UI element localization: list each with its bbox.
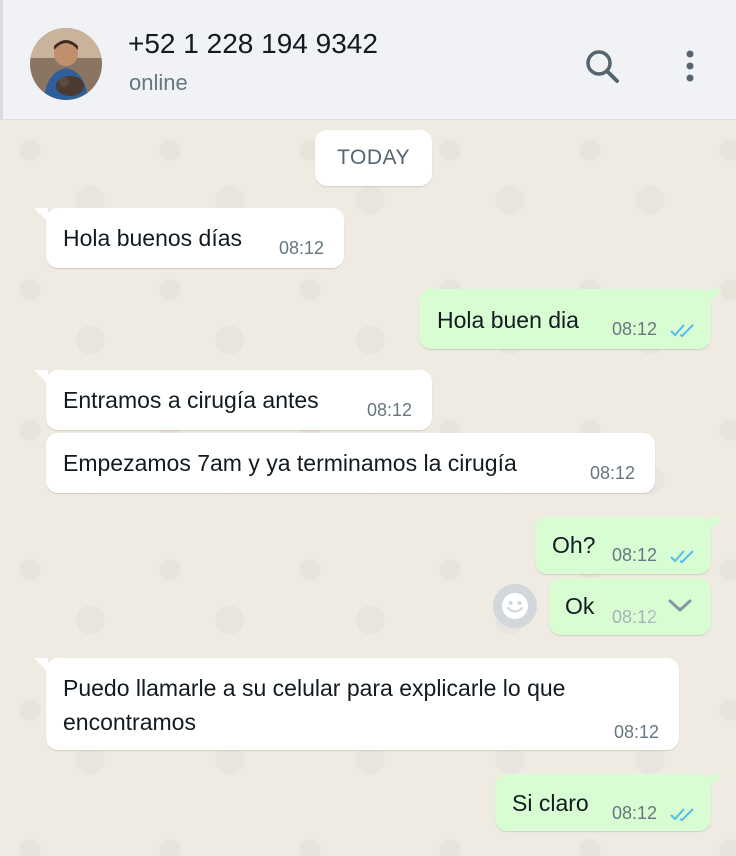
message-text-line1: Puedo llamarle a su celular para explica…: [63, 675, 566, 701]
read-ticks-icon: [670, 550, 694, 564]
contact-avatar[interactable]: [30, 28, 102, 100]
message-text-line2: encontramos: [63, 709, 196, 735]
chat-header: +52 1 228 194 9342 online: [0, 0, 736, 120]
message-time: 08:12: [279, 238, 325, 258]
message-text: Entramos a cirugía antes: [63, 387, 319, 413]
message-bubble-incoming[interactable]: Puedo llamarle a su celular para explica…: [34, 658, 679, 750]
message-bubble-incoming[interactable]: Entramos a cirugía antes 08:12: [34, 370, 432, 430]
message-time: 08:12: [590, 463, 636, 483]
message-time: 08:12: [612, 545, 658, 565]
message-time: 08:12: [367, 400, 413, 420]
smiley-icon: [502, 593, 528, 619]
more-vertical-icon[interactable]: [672, 44, 708, 88]
read-ticks-icon: [670, 324, 694, 338]
read-ticks-icon: [670, 808, 694, 822]
message-text: Hola buen dia: [437, 307, 579, 333]
message-bubble-incoming[interactable]: Hola buenos días 08:12: [34, 208, 344, 268]
message-text: Empezamos 7am y ya terminamos la cirugía: [63, 450, 517, 476]
message-time: 08:12: [612, 319, 658, 339]
message-bubble-outgoing[interactable]: Hola buen dia 08:12: [419, 289, 723, 349]
contact-status: online: [129, 70, 188, 95]
message-bubble-incoming[interactable]: Empezamos 7am y ya terminamos la cirugía…: [46, 433, 655, 493]
message-bubble-outgoing[interactable]: Si claro 08:12: [495, 774, 723, 831]
message-time: 08:12: [614, 722, 660, 742]
message-text: Ok: [565, 593, 595, 619]
message-text: Si claro: [512, 790, 589, 816]
message-bubble-outgoing[interactable]: Oh? 08:12: [535, 517, 723, 574]
message-time: 08:12: [612, 803, 658, 823]
avatar-image: [30, 28, 102, 100]
header-divider: [0, 0, 3, 120]
message-text: Hola buenos días: [63, 225, 243, 251]
reaction-emoji-button[interactable]: [493, 584, 537, 628]
search-icon[interactable]: [582, 44, 622, 88]
date-divider: TODAY: [315, 130, 432, 186]
chevron-down-icon[interactable]: [667, 598, 693, 614]
message-bubble-outgoing[interactable]: Ok 08:12: [549, 578, 711, 635]
contact-name[interactable]: +52 1 228 194 9342: [128, 28, 378, 60]
message-text: Oh?: [552, 532, 596, 558]
